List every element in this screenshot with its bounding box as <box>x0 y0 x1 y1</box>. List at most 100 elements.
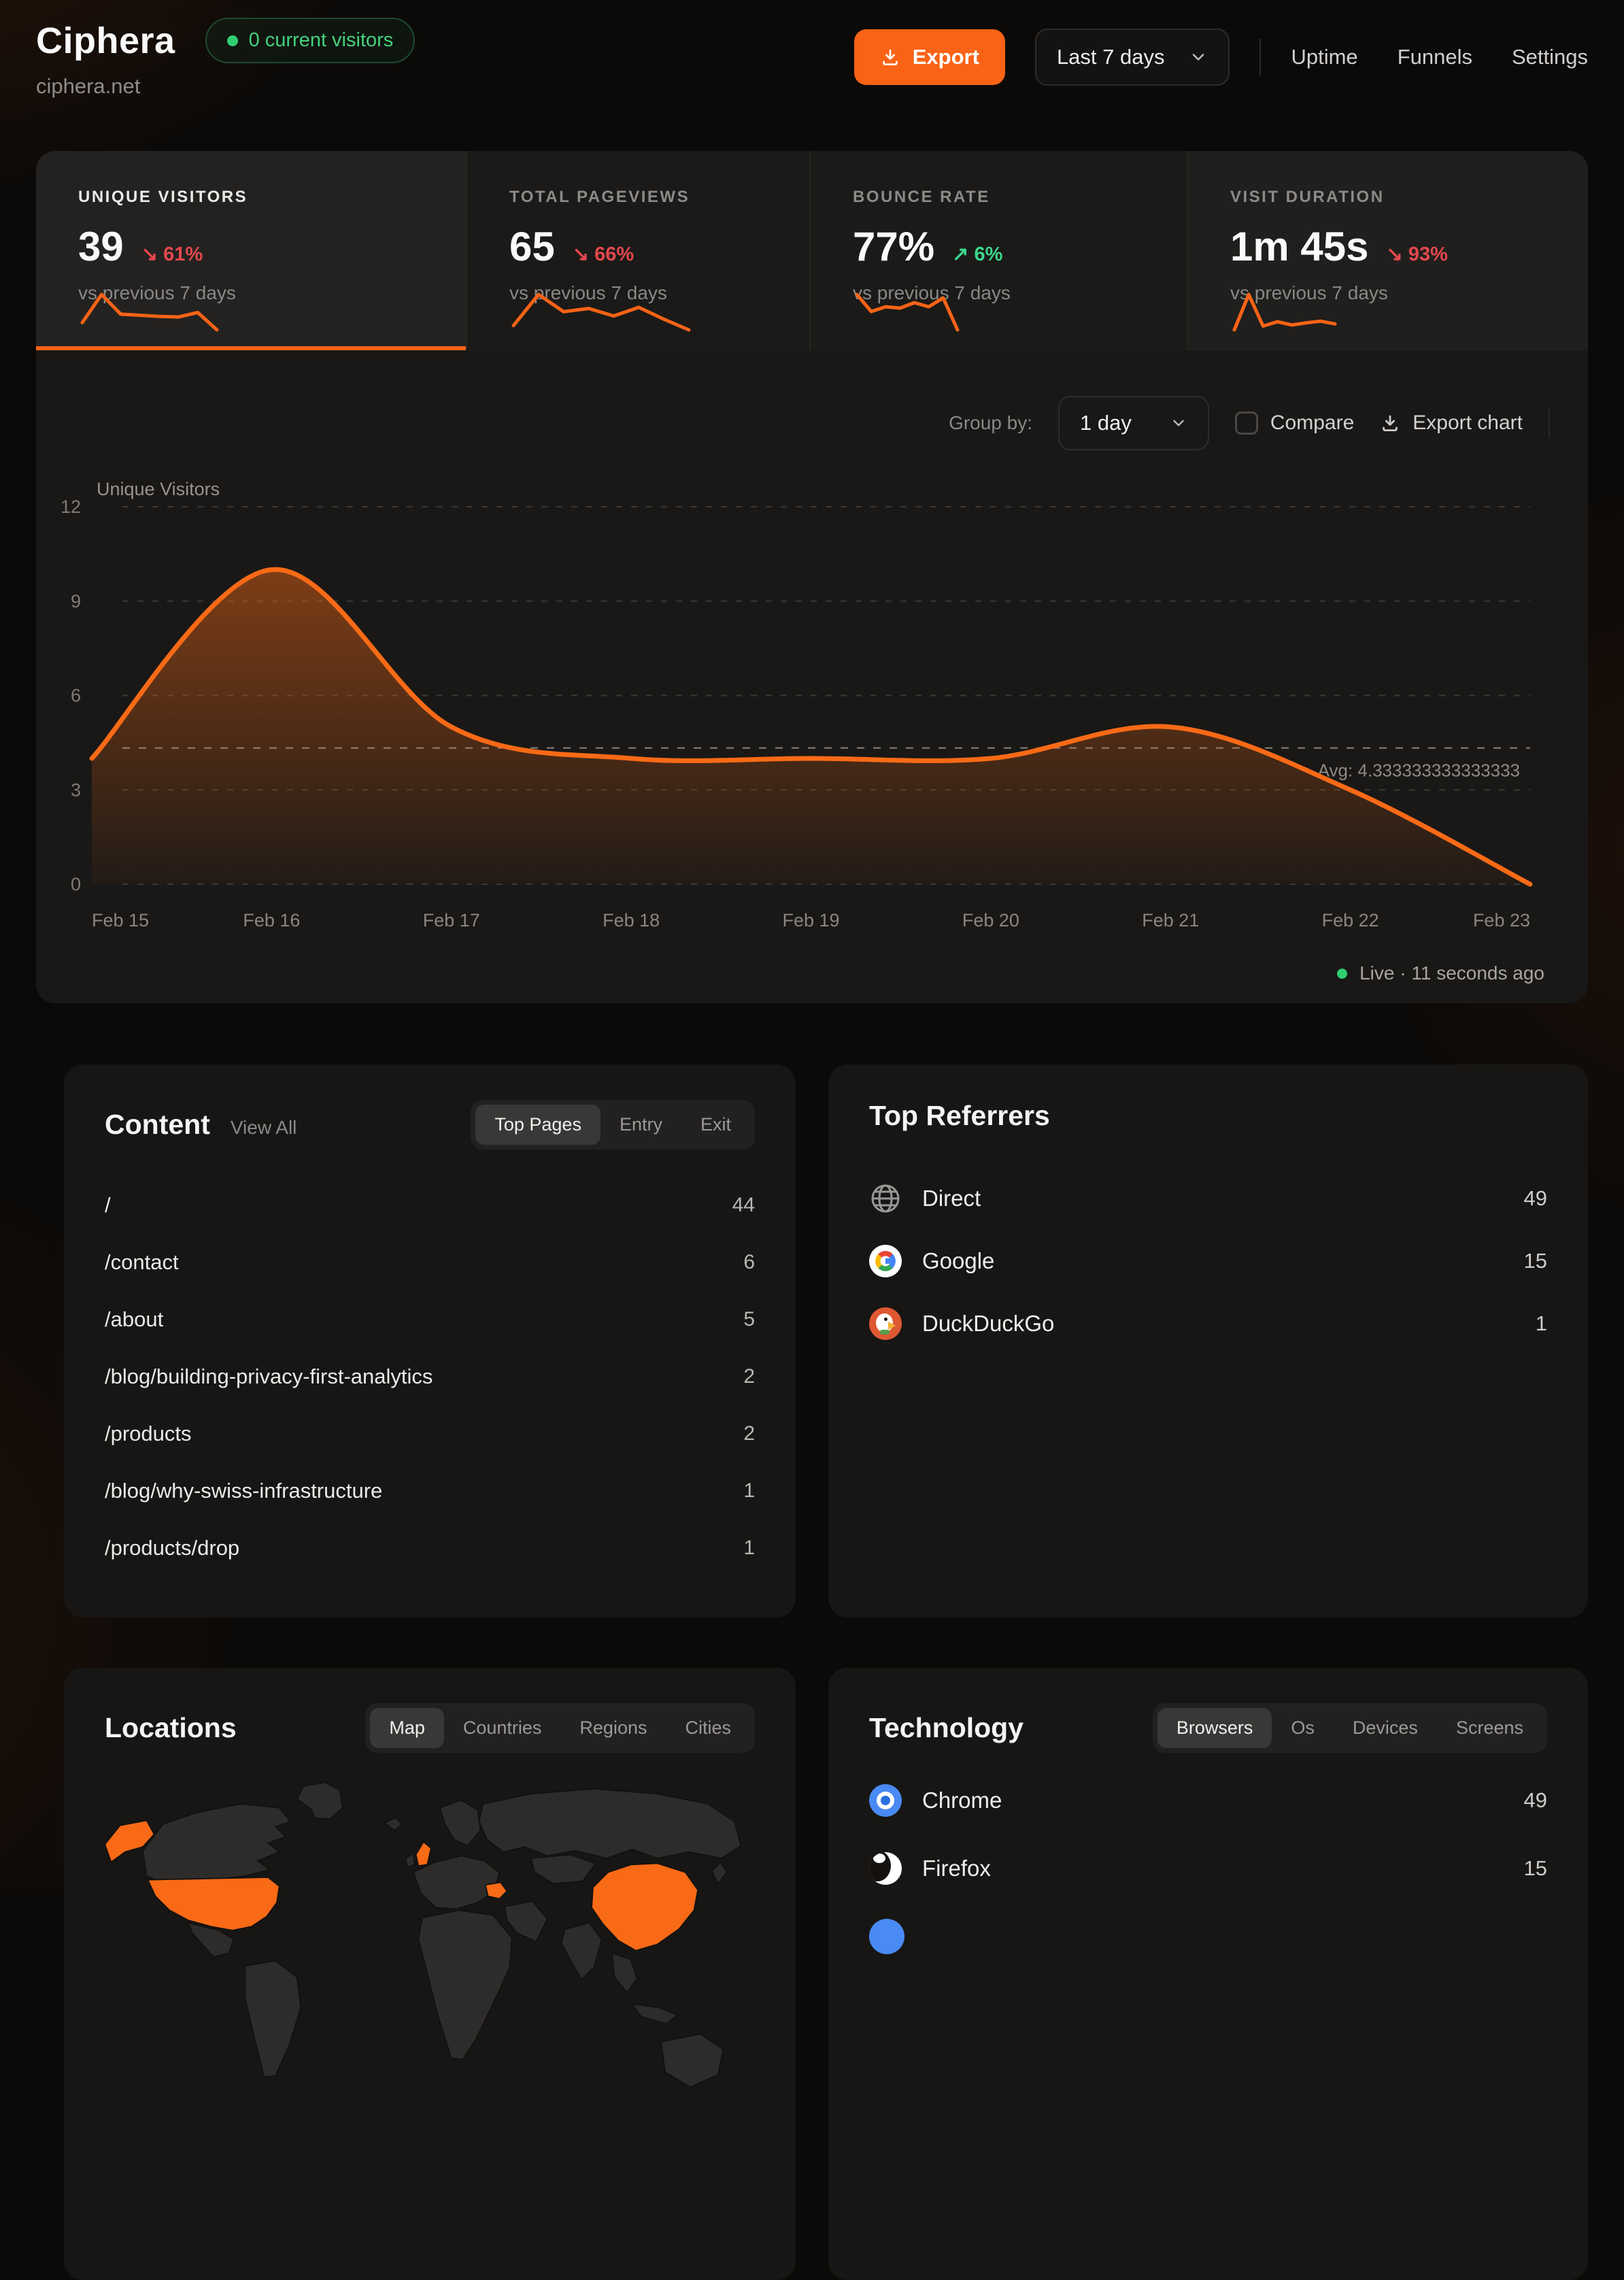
trend-down-icon: ↘ <box>573 244 589 265</box>
controls-divider <box>1549 408 1550 438</box>
tab-countries[interactable]: Countries <box>444 1708 561 1748</box>
nav-funnels[interactable]: Funnels <box>1398 45 1472 69</box>
header-controls: Export Last 7 days Uptime Funnels Settin… <box>854 29 1588 86</box>
trend-down-icon: ↘ <box>141 244 158 265</box>
globe-icon <box>869 1182 902 1215</box>
page-row[interactable]: /contact6 <box>105 1234 755 1291</box>
chevron-down-icon <box>1170 414 1187 432</box>
stat-label: UNIQUE VISITORS <box>78 188 439 207</box>
svg-text:Avg: 4.333333333333333: Avg: 4.333333333333333 <box>1318 760 1520 781</box>
duckduckgo-icon <box>869 1307 902 1340</box>
stat-card-total-pageviews[interactable]: TOTAL PAGEVIEWS 65 ↘ 66% vs previous 7 d… <box>466 151 809 350</box>
stat-change: ↘ 61% <box>141 242 203 266</box>
browser-row[interactable]: Chrome 49 <box>869 1783 1547 1818</box>
page-row[interactable]: /products2 <box>105 1405 755 1462</box>
stat-change: ↗ 6% <box>952 242 1002 266</box>
svg-text:0: 0 <box>71 874 81 894</box>
browser-row[interactable]: Firefox 15 <box>869 1851 1547 1886</box>
locations-card: Locations Map Countries Regions Cities <box>64 1668 796 2280</box>
chrome-icon <box>869 1784 902 1817</box>
tab-os[interactable]: Os <box>1272 1708 1334 1748</box>
bounce-rate-sparkline <box>853 290 962 334</box>
tab-exit[interactable]: Exit <box>681 1105 750 1145</box>
group-by-dropdown[interactable]: 1 day <box>1058 396 1209 450</box>
tab-top-pages[interactable]: Top Pages <box>475 1105 600 1145</box>
page-row[interactable]: /44 <box>105 1177 755 1234</box>
export-chart-button[interactable]: Export chart <box>1380 412 1523 435</box>
site-domain: ciphera.net <box>36 74 415 99</box>
tab-entry[interactable]: Entry <box>600 1105 681 1145</box>
firefox-icon <box>869 1852 902 1885</box>
chevron-down-icon <box>1189 48 1208 67</box>
stats-row: UNIQUE VISITORS 39 ↘ 61% vs previous 7 d… <box>36 151 1588 350</box>
tab-cities[interactable]: Cities <box>666 1708 750 1748</box>
trend-up-icon: ↗ <box>952 244 968 265</box>
app-title: Ciphera <box>36 20 175 62</box>
svg-text:9: 9 <box>71 591 81 611</box>
blue-browser-icon <box>869 1919 904 1954</box>
referrer-row[interactable]: DuckDuckGo 1 <box>869 1292 1547 1355</box>
header-divider <box>1259 39 1261 76</box>
nav-uptime[interactable]: Uptime <box>1291 45 1357 69</box>
page-row[interactable]: /blog/why-swiss-infrastructure1 <box>105 1462 755 1520</box>
content-title: Content <box>105 1109 210 1141</box>
export-button[interactable]: Export <box>854 29 1005 85</box>
referrers-title: Top Referrers <box>869 1100 1050 1132</box>
compare-checkbox[interactable] <box>1235 412 1258 435</box>
export-button-label: Export <box>913 45 979 69</box>
live-dot-icon <box>1337 969 1347 979</box>
svg-text:Feb 19: Feb 19 <box>782 910 839 931</box>
compare-label: Compare <box>1270 412 1354 435</box>
svg-text:Feb 17: Feb 17 <box>423 910 480 931</box>
pageviews-sparkline <box>509 290 693 334</box>
locations-title: Locations <box>105 1712 237 1744</box>
group-by-value: 1 day <box>1080 411 1132 435</box>
content-tabs: Top Pages Entry Exit <box>471 1100 755 1150</box>
svg-text:Feb 16: Feb 16 <box>243 910 300 931</box>
svg-text:12: 12 <box>61 497 81 517</box>
browsers-list: Chrome 49 Firefox 15 <box>869 1783 1547 1954</box>
stat-card-unique-visitors[interactable]: UNIQUE VISITORS 39 ↘ 61% vs previous 7 d… <box>36 151 466 350</box>
tab-browsers[interactable]: Browsers <box>1157 1708 1272 1748</box>
export-chart-label: Export chart <box>1412 412 1523 435</box>
browser-row-partial[interactable] <box>869 1919 1547 1954</box>
current-visitors-label: 0 current visitors <box>249 29 394 52</box>
current-visitors-badge: 0 current visitors <box>205 18 416 63</box>
tab-screens[interactable]: Screens <box>1437 1708 1542 1748</box>
svg-text:6: 6 <box>71 686 81 706</box>
referrer-row[interactable]: Direct 49 <box>869 1167 1547 1230</box>
stat-change: ↘ 93% <box>1387 242 1448 266</box>
group-by-label: Group by: <box>949 412 1032 434</box>
stat-value: 1m 45s <box>1230 223 1369 270</box>
stat-card-bounce-rate[interactable]: BOUNCE RATE 77% ↗ 6% vs previous 7 days <box>809 151 1187 350</box>
unique-visitors-chart[interactable]: 036912Feb 15Feb 16Feb 17Feb 18Feb 19Feb … <box>51 469 1547 939</box>
google-icon <box>869 1245 902 1277</box>
tab-map[interactable]: Map <box>370 1708 444 1748</box>
locations-tabs: Map Countries Regions Cities <box>365 1703 755 1753</box>
page-row[interactable]: /about5 <box>105 1291 755 1348</box>
svg-text:3: 3 <box>71 779 81 800</box>
view-all-link[interactable]: View All <box>231 1117 297 1139</box>
stat-value: 39 <box>78 223 124 270</box>
technology-card: Technology Browsers Os Devices Screens C… <box>828 1668 1588 2280</box>
chart-controls: Group by: 1 day Compare Export chart <box>949 396 1550 450</box>
technology-tabs: Browsers Os Devices Screens <box>1153 1703 1547 1753</box>
stat-value: 65 <box>509 223 555 270</box>
tab-devices[interactable]: Devices <box>1334 1708 1437 1748</box>
live-status-text: Live · 11 seconds ago <box>1359 962 1544 984</box>
compare-toggle[interactable]: Compare <box>1235 412 1354 435</box>
tab-regions[interactable]: Regions <box>560 1708 666 1748</box>
stat-card-visit-duration[interactable]: VISIT DURATION 1m 45s ↘ 93% vs previous … <box>1187 151 1588 350</box>
stat-label: VISIT DURATION <box>1230 188 1561 207</box>
stat-label: BOUNCE RATE <box>853 188 1160 207</box>
world-map[interactable] <box>88 1776 755 2134</box>
download-icon <box>880 47 900 67</box>
page-row[interactable]: /blog/building-privacy-first-analytics2 <box>105 1348 755 1405</box>
stat-value: 77% <box>853 223 934 270</box>
unique-visitors-sparkline <box>78 290 221 334</box>
page-row[interactable]: /products/drop1 <box>105 1520 755 1577</box>
nav-settings[interactable]: Settings <box>1512 45 1588 69</box>
content-card: Content View All Top Pages Entry Exit /4… <box>64 1064 796 1617</box>
referrer-row[interactable]: Google 15 <box>869 1230 1547 1292</box>
date-range-dropdown[interactable]: Last 7 days <box>1035 29 1230 86</box>
